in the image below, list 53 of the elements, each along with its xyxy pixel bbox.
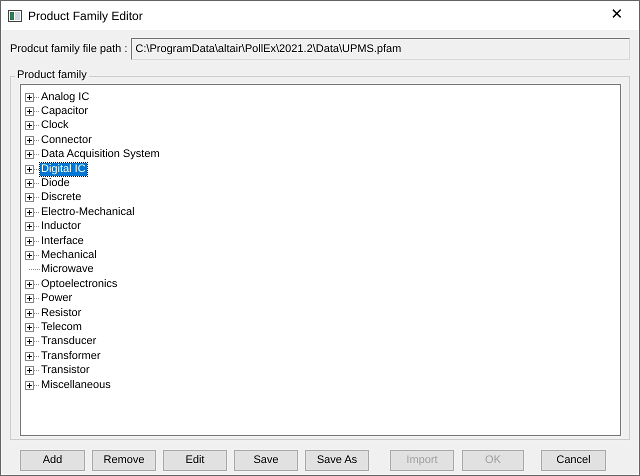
tree-item[interactable]: Discrete [40,191,82,204]
tree-item[interactable]: Transistor [40,364,90,378]
tree-item[interactable]: Clock [40,119,70,132]
tree-item[interactable]: Transducer [40,335,98,348]
tree-item[interactable]: Electro-Mechanical [40,206,136,219]
path-label: Prodcut family file path : [10,42,128,57]
expand-icon[interactable] [25,322,40,332]
window-title: Product Family Editor [28,8,143,24]
expand-icon[interactable] [25,107,40,116]
expand-icon[interactable] [25,179,40,188]
expand-icon[interactable] [25,121,40,130]
expand-icon[interactable] [25,280,40,289]
dialog-button[interactable]: Edit [163,450,227,471]
tree-item[interactable]: Connector [40,134,93,147]
path-field[interactable]: C:\ProgramData\altair\PollEx\2021.2\Data\UPMS.pfam [131,38,630,60]
tree-item[interactable]: Miscellaneous [40,378,112,392]
expand-icon[interactable] [25,236,40,246]
expand-icon[interactable] [25,193,40,202]
expand-icon[interactable] [25,164,40,174]
expand-icon[interactable] [25,250,40,260]
expand-icon[interactable] [25,294,40,304]
expand-icon[interactable] [25,208,40,217]
tree-item[interactable]: Optoelectronics [40,278,118,291]
app-icon [8,10,22,22]
tree-item[interactable]: Inductor [40,220,82,234]
tree-item[interactable]: Power [40,292,74,306]
dialog-button[interactable]: Save As [305,450,369,471]
expand-icon[interactable] [25,308,40,318]
add-button[interactable]: Add [20,450,85,471]
tree-item[interactable]: Data Acquisition System [40,148,161,162]
expand-icon[interactable] [25,337,40,346]
tree-item[interactable]: Interface [40,234,85,248]
expand-icon[interactable] [25,352,40,361]
close-button[interactable]: ✕ [595,1,639,30]
tree-item[interactable]: Digital IC [40,162,87,176]
tree-item[interactable]: Mechanical [40,248,98,262]
tree-item[interactable]: Microwave [40,263,95,276]
tree-item[interactable]: Transformer [40,350,102,363]
expand-icon[interactable] [25,380,40,390]
dialog-button[interactable]: Cancel [541,450,606,471]
tree-item[interactable]: Telecom [40,320,83,334]
tree-item[interactable]: Diode [40,177,71,190]
expand-icon[interactable] [25,222,40,232]
expand-icon[interactable] [25,136,40,145]
group-title: Product family [15,68,89,82]
tree-item[interactable]: Capacitor [40,105,90,118]
dialog-button[interactable]: Remove [92,450,156,471]
dialog-button[interactable]: Save [234,450,298,471]
expand-icon[interactable] [25,150,40,160]
tree-item[interactable]: Resistor [40,306,82,320]
tree-item[interactable]: Analog IC [40,90,90,104]
expand-icon[interactable] [25,366,40,376]
expand-icon[interactable] [25,92,40,102]
